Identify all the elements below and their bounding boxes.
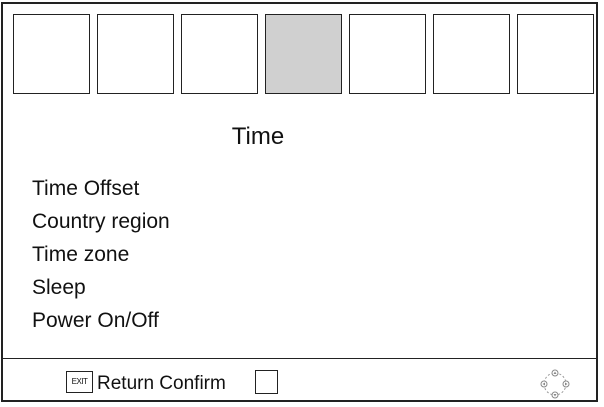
- tab-5[interactable]: [349, 14, 426, 94]
- tab-6[interactable]: [433, 14, 510, 94]
- footer-divider: [1, 358, 598, 359]
- menu-item-time-offset[interactable]: Time Offset: [32, 176, 170, 209]
- confirm-key-icon: [255, 370, 278, 394]
- tab-time[interactable]: [265, 14, 342, 94]
- page-title: Time: [231, 123, 285, 150]
- tab-2[interactable]: [97, 14, 174, 94]
- dpad-icon-svg: [540, 369, 570, 399]
- return-confirm-hint: Return Confirm: [97, 373, 226, 394]
- tab-3[interactable]: [181, 14, 258, 94]
- menu-item-country-region[interactable]: Country region: [32, 209, 170, 242]
- menu-item-power-on-off[interactable]: Power On/Off: [32, 308, 170, 341]
- tab-7[interactable]: [517, 14, 594, 94]
- menu-item-time-zone[interactable]: Time zone: [32, 242, 170, 275]
- exit-key-icon: EXIT: [66, 371, 93, 393]
- tab-1[interactable]: [13, 14, 90, 94]
- dpad-icon: [540, 369, 570, 399]
- menu-item-sleep[interactable]: Sleep: [32, 275, 170, 308]
- time-menu-list: Time Offset Country region Time zone Sle…: [32, 176, 170, 341]
